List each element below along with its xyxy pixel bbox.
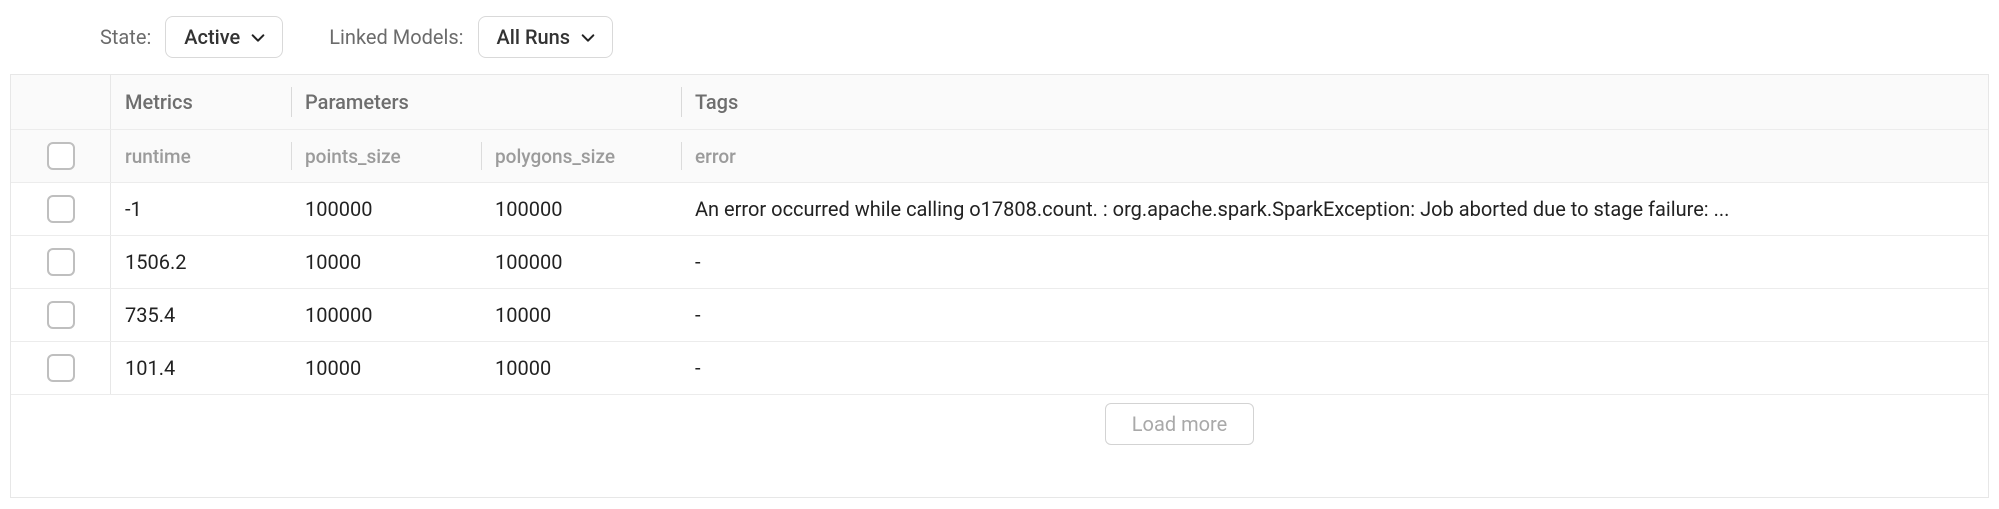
cell-error: - bbox=[681, 289, 1988, 341]
cell-polygons-size: 100000 bbox=[481, 236, 681, 288]
linked-models-dropdown[interactable]: All Runs bbox=[478, 16, 614, 58]
cell-points-size: 10000 bbox=[291, 236, 481, 288]
cell-error: An error occurred while calling o17808.c… bbox=[681, 183, 1988, 235]
table-sub-header: runtime points_size polygons_size error bbox=[11, 129, 1988, 182]
linked-models-dropdown-value: All Runs bbox=[497, 25, 571, 49]
group-header-metrics[interactable]: Metrics bbox=[111, 75, 291, 129]
cell-runtime: -1 bbox=[111, 183, 291, 235]
table-row[interactable]: -1 100000 100000 An error occurred while… bbox=[11, 182, 1988, 235]
load-more-button[interactable]: Load more bbox=[1105, 403, 1254, 445]
cell-points-size: 100000 bbox=[291, 289, 481, 341]
cell-polygons-size: 10000 bbox=[481, 289, 681, 341]
linked-models-label: Linked Models: bbox=[329, 25, 463, 49]
load-more-row: Load more bbox=[11, 394, 1988, 457]
state-label: State: bbox=[100, 25, 151, 49]
col-header-points-size[interactable]: points_size bbox=[291, 130, 481, 182]
cell-points-size: 100000 bbox=[291, 183, 481, 235]
cell-error: - bbox=[681, 342, 1988, 394]
cell-runtime: 735.4 bbox=[111, 289, 291, 341]
col-header-error[interactable]: error bbox=[681, 130, 1988, 182]
group-header-parameters[interactable]: Parameters bbox=[291, 75, 681, 129]
group-header-tags[interactable]: Tags bbox=[681, 75, 1988, 129]
cell-polygons-size: 100000 bbox=[481, 183, 681, 235]
row-checkbox[interactable] bbox=[47, 354, 75, 382]
row-checkbox[interactable] bbox=[47, 301, 75, 329]
cell-polygons-size: 10000 bbox=[481, 342, 681, 394]
runs-table: Metrics Parameters Tags runtime points_s… bbox=[10, 74, 1989, 498]
cell-points-size: 10000 bbox=[291, 342, 481, 394]
table-row[interactable]: 735.4 100000 10000 - bbox=[11, 288, 1988, 341]
state-dropdown[interactable]: Active bbox=[165, 16, 283, 58]
cell-runtime: 1506.2 bbox=[111, 236, 291, 288]
table-group-header: Metrics Parameters Tags bbox=[11, 75, 1988, 129]
col-header-runtime[interactable]: runtime bbox=[111, 130, 291, 182]
cell-runtime: 101.4 bbox=[111, 342, 291, 394]
table-row[interactable]: 101.4 10000 10000 - bbox=[11, 341, 1988, 394]
filter-bar: State: Active Linked Models: All Runs bbox=[0, 10, 1999, 74]
state-dropdown-value: Active bbox=[184, 25, 240, 49]
row-checkbox[interactable] bbox=[47, 195, 75, 223]
chevron-down-icon bbox=[580, 30, 594, 44]
select-all-checkbox[interactable] bbox=[47, 142, 75, 170]
cell-error: - bbox=[681, 236, 1988, 288]
row-checkbox[interactable] bbox=[47, 248, 75, 276]
table-row[interactable]: 1506.2 10000 100000 - bbox=[11, 235, 1988, 288]
col-header-polygons-size[interactable]: polygons_size bbox=[481, 130, 681, 182]
chevron-down-icon bbox=[250, 30, 264, 44]
